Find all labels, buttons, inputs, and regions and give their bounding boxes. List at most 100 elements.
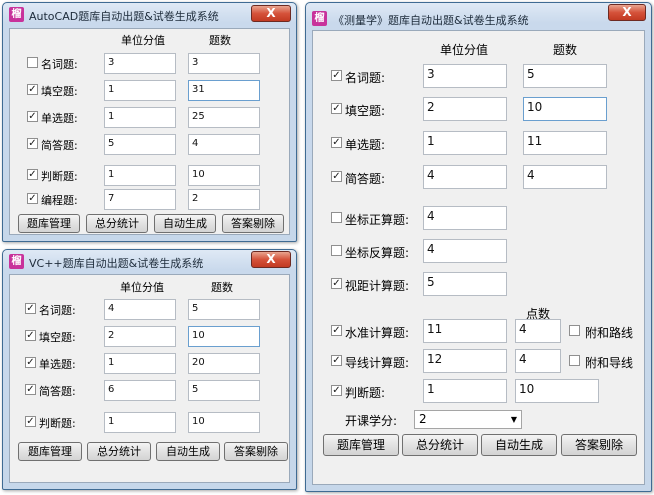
auto-generate-button[interactable]: 自动生成	[154, 214, 216, 233]
checkbox-fill[interactable]: ✓	[27, 84, 38, 95]
checkbox-fill[interactable]: ✓	[331, 103, 342, 114]
checkbox-single[interactable]: ✓	[25, 357, 36, 368]
value-input-coord-forward[interactable]: 4	[423, 206, 507, 230]
count-input-noun[interactable]: 5	[523, 64, 607, 88]
total-score-button[interactable]: 总分统计	[86, 214, 148, 233]
value-input-fill[interactable]: 2	[423, 97, 507, 121]
value-input-fill[interactable]: 2	[104, 326, 176, 347]
bank-manage-button[interactable]: 题库管理	[18, 214, 80, 233]
autocad-window: 榴 AutoCAD题库自动出题&试卷生成系统 X 单位分值 题数 名词题: 3 …	[2, 2, 297, 242]
points-input-traverse[interactable]: 4	[515, 349, 561, 373]
checkbox-single[interactable]: ✓	[27, 111, 38, 122]
checkbox-leveling[interactable]: ✓	[331, 325, 342, 336]
checkbox-attached-traverse[interactable]	[569, 355, 580, 366]
auto-generate-button[interactable]: 自动生成	[156, 442, 220, 461]
checkbox-judge[interactable]: ✓	[331, 385, 342, 396]
count-input-judge[interactable]: 10	[515, 379, 599, 403]
count-input-short[interactable]: 4	[188, 134, 260, 155]
checkbox-judge[interactable]: ✓	[25, 416, 36, 427]
count-input-short[interactable]: 5	[188, 380, 260, 401]
title-bar[interactable]: 榴 《测量学》题库自动出题&试卷生成系统 X	[306, 3, 651, 27]
checkbox-short[interactable]: ✓	[331, 171, 342, 182]
value-input-judge[interactable]: 1	[104, 165, 176, 186]
value-input-stadia[interactable]: 5	[423, 272, 507, 296]
label-attached-traverse: 附和导线	[585, 356, 634, 370]
bank-manage-button[interactable]: 题库管理	[323, 434, 399, 456]
checkbox-noun[interactable]: ✓	[331, 70, 342, 81]
checkbox-traverse[interactable]: ✓	[331, 355, 342, 366]
checkbox-coord-forward[interactable]	[331, 212, 342, 223]
value-input-leveling[interactable]: 11	[423, 319, 507, 343]
value-input-single[interactable]: 1	[104, 107, 176, 128]
app-icon: 榴	[312, 11, 327, 26]
count-input-short[interactable]: 4	[523, 165, 607, 189]
count-input-fill[interactable]: 10	[523, 97, 607, 121]
question-row-fill: ✓ 填空题: 2 10	[10, 326, 289, 347]
count-input-judge[interactable]: 10	[188, 165, 260, 186]
answer-remove-button[interactable]: 答案剔除	[222, 214, 284, 233]
label-judge: 判断题:	[39, 417, 76, 430]
label-fill: 填空题:	[39, 331, 76, 344]
question-row-stadia: ✓ 视距计算题: 5	[313, 272, 644, 296]
label-short: 简答题:	[345, 172, 386, 186]
count-input-single[interactable]: 11	[523, 131, 607, 155]
value-input-short[interactable]: 4	[423, 165, 507, 189]
bank-manage-button[interactable]: 题库管理	[18, 442, 82, 461]
close-button[interactable]: X	[251, 251, 291, 268]
count-input-noun[interactable]: 3	[188, 53, 260, 74]
value-input-noun[interactable]: 4	[104, 299, 176, 320]
vcpp-window: 榴 VC++题库自动出题&试卷生成系统 X 单位分值 题数 ✓ 名词题: 4 5…	[2, 249, 297, 490]
total-score-button[interactable]: 总分统计	[402, 434, 478, 456]
value-input-judge[interactable]: 1	[423, 379, 507, 403]
value-input-traverse[interactable]: 12	[423, 349, 507, 373]
value-input-program[interactable]: 7	[104, 189, 176, 210]
count-input-single[interactable]: 25	[188, 107, 260, 128]
value-input-noun[interactable]: 3	[104, 53, 176, 74]
checkbox-short[interactable]: ✓	[25, 384, 36, 395]
auto-generate-button[interactable]: 自动生成	[481, 434, 557, 456]
value-input-fill[interactable]: 1	[104, 80, 176, 101]
close-button[interactable]: X	[608, 4, 646, 21]
checkbox-fill[interactable]: ✓	[25, 330, 36, 341]
value-input-single[interactable]: 1	[104, 353, 176, 374]
checkbox-single[interactable]: ✓	[331, 137, 342, 148]
checkbox-noun[interactable]: ✓	[25, 303, 36, 314]
client-area: 单位分值 题数 ✓ 名词题: 3 5 ✓ 填空题: 2 10 ✓ 单选题: 1 …	[312, 30, 645, 485]
label-coord-inverse: 坐标反算题:	[345, 246, 410, 260]
title-bar[interactable]: 榴 AutoCAD题库自动出题&试卷生成系统 X	[3, 3, 296, 27]
checkbox-noun[interactable]	[27, 57, 38, 68]
close-button[interactable]: X	[251, 5, 291, 22]
question-row-judge: ✓ 判断题: 1 10	[10, 165, 289, 186]
semester-credit-select[interactable]: 2 ▼	[414, 410, 522, 429]
semester-credit-label: 开课学分:	[345, 414, 398, 428]
label-noun: 名词题:	[345, 71, 386, 85]
total-score-button[interactable]: 总分统计	[87, 442, 151, 461]
title-bar[interactable]: 榴 VC++题库自动出题&试卷生成系统 X	[3, 250, 296, 274]
count-input-judge[interactable]: 10	[188, 412, 260, 433]
value-input-single[interactable]: 1	[423, 131, 507, 155]
value-input-short[interactable]: 5	[104, 134, 176, 155]
count-input-fill[interactable]: 10	[188, 326, 260, 347]
window-title: AutoCAD题库自动出题&试卷生成系统	[29, 10, 219, 23]
answer-remove-button[interactable]: 答案剔除	[224, 442, 288, 461]
count-input-noun[interactable]: 5	[188, 299, 260, 320]
checkbox-attached-route[interactable]	[569, 325, 580, 336]
question-row-coord-inverse: 坐标反算题: 4	[313, 239, 644, 263]
checkbox-stadia[interactable]: ✓	[331, 278, 342, 289]
label-attached-route: 附和路线	[585, 326, 634, 340]
count-input-program[interactable]: 2	[188, 189, 260, 210]
points-input-leveling[interactable]: 4	[515, 319, 561, 343]
answer-remove-button[interactable]: 答案剔除	[561, 434, 637, 456]
value-input-coord-inverse[interactable]: 4	[423, 239, 507, 263]
count-input-single[interactable]: 20	[188, 353, 260, 374]
count-input-fill[interactable]: 31	[188, 80, 260, 101]
client-area: 单位分值 题数 名词题: 3 3 ✓ 填空题: 1 31 ✓ 单选题: 1 25…	[9, 28, 290, 235]
checkbox-program[interactable]: ✓	[27, 193, 38, 204]
checkbox-short[interactable]: ✓	[27, 138, 38, 149]
checkbox-judge[interactable]: ✓	[27, 169, 38, 180]
value-input-noun[interactable]: 3	[423, 64, 507, 88]
header-count: 题数	[209, 34, 231, 47]
checkbox-coord-inverse[interactable]	[331, 245, 342, 256]
value-input-judge[interactable]: 1	[104, 412, 176, 433]
value-input-short[interactable]: 6	[104, 380, 176, 401]
